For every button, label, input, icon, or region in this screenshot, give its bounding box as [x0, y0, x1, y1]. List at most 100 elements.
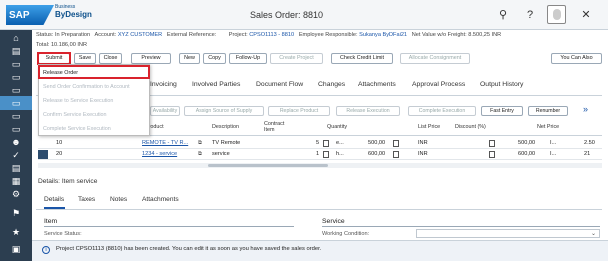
- gear-icon[interactable]: ⚙: [9, 189, 23, 200]
- col-description[interactable]: Description: [212, 124, 239, 130]
- doc-icon[interactable]: ▭: [9, 85, 23, 96]
- tab-details[interactable]: Details: [44, 196, 64, 203]
- close-icon[interactable]: ✕: [578, 7, 594, 23]
- calculator-icon[interactable]: [323, 151, 329, 158]
- quantity-cell[interactable]: 1: [316, 149, 319, 159]
- people-icon[interactable]: ☻: [9, 137, 23, 148]
- open-icon[interactable]: ⧉: [198, 138, 202, 148]
- follow-up-button[interactable]: Follow-Up: [229, 53, 267, 64]
- doc-icon[interactable]: ▭: [9, 59, 23, 70]
- currency-cell[interactable]: INR: [418, 138, 428, 148]
- doc-icon[interactable]: ▭: [9, 124, 23, 135]
- replace-product-button[interactable]: Replace Product: [268, 106, 330, 116]
- menu-item-send-confirmation[interactable]: Send Order Confirmation to Account: [43, 84, 130, 90]
- check-credit-limit-button[interactable]: Check Credit Limit: [331, 53, 393, 64]
- tab-changes[interactable]: Changes: [318, 81, 345, 88]
- renumber-button[interactable]: Renumber: [528, 106, 568, 116]
- menu-item-release-service[interactable]: Release to Service Execution: [43, 98, 113, 104]
- calendar-icon[interactable]: ▦: [9, 176, 23, 187]
- ok-icon[interactable]: ✓: [9, 150, 23, 161]
- project-link[interactable]: CPSO1113 - 8810: [249, 32, 294, 38]
- copy-button[interactable]: Copy: [203, 53, 226, 64]
- close-button[interactable]: Close: [99, 53, 122, 64]
- quantity-unit[interactable]: e...: [336, 138, 344, 148]
- tab-document-flow[interactable]: Document Flow: [256, 81, 303, 88]
- service-status-label: Service Status:: [44, 231, 82, 237]
- tab-attachments[interactable]: Attachments: [358, 81, 396, 88]
- amount-cell[interactable]: 500,00: [368, 138, 385, 148]
- net-value-label: Net Value w/o Freight:: [411, 32, 467, 38]
- menu-item-complete-service[interactable]: Complete Service Execution: [43, 126, 111, 132]
- availability-button[interactable]: Availability: [150, 106, 180, 116]
- net-price-cell: 2.50: [584, 140, 595, 146]
- star-icon[interactable]: ★: [9, 227, 23, 238]
- table-row[interactable]: 10 REMOTE - TV R... ⧉ TV Remote 5 e... 5…: [38, 138, 602, 149]
- brand-text: SAP: [9, 9, 30, 21]
- scrollbar-thumb[interactable]: [208, 164, 328, 167]
- quantity-unit[interactable]: h...: [336, 149, 344, 159]
- release-execution-button[interactable]: Release Execution: [336, 106, 400, 116]
- sidebar: ⌂ ▤ ▭ ▭ ▭ ▭ ▭ ▭ ☻ ✓ ▤ ▦ ⚙ ⚑ ★ ▣: [0, 30, 32, 261]
- help-icon[interactable]: ?: [522, 7, 538, 23]
- complete-execution-button[interactable]: Complete Execution: [408, 106, 476, 116]
- currency-cell[interactable]: INR: [418, 149, 428, 159]
- inbox-icon[interactable]: ▤: [9, 46, 23, 57]
- save-button[interactable]: Save: [74, 53, 96, 64]
- list-price-cell: 600,00: [518, 151, 536, 157]
- product-link[interactable]: REMOTE - TV R...: [142, 138, 188, 148]
- tab-attachments[interactable]: Attachments: [142, 196, 179, 203]
- quantity-cell[interactable]: 5: [316, 138, 319, 148]
- product-name: Business ByDesign: [55, 5, 92, 20]
- col-quantity[interactable]: Quantity: [327, 124, 347, 130]
- avatar[interactable]: [547, 5, 566, 24]
- calculator-icon[interactable]: [489, 151, 495, 158]
- open-icon[interactable]: ⧉: [198, 149, 202, 159]
- col-list-price[interactable]: List Price: [418, 124, 440, 130]
- briefcase-icon[interactable]: ▣: [9, 244, 23, 255]
- col-net-price[interactable]: Net Price: [537, 124, 559, 130]
- new-button[interactable]: New: [179, 53, 200, 64]
- tab-approval-process[interactable]: Approval Process: [412, 81, 465, 88]
- description-cell[interactable]: TV Remote: [212, 138, 240, 148]
- doc-icon[interactable]: ▭: [9, 111, 23, 122]
- sap-logo: SAP: [6, 5, 54, 25]
- calculator-icon[interactable]: [489, 140, 495, 147]
- net-value: 8.500,25 INR: [468, 32, 502, 38]
- allocate-consignment-button[interactable]: Allocate Consignment: [400, 53, 470, 64]
- table-scrollbar[interactable]: [38, 163, 602, 168]
- chart-icon[interactable]: ▤: [9, 163, 23, 174]
- col-contract-item[interactable]: Contract Item: [264, 121, 296, 133]
- tab-output-history[interactable]: Output History: [480, 81, 523, 88]
- calculator-icon[interactable]: [393, 151, 399, 158]
- working-condition-select[interactable]: ⌄: [416, 229, 600, 238]
- tab-invoicing[interactable]: Invoicing: [150, 81, 177, 88]
- col-discount[interactable]: Discount (%): [455, 124, 486, 130]
- description-cell[interactable]: service: [212, 149, 230, 159]
- fast-entry-button[interactable]: Fast Entry: [481, 106, 523, 116]
- more-columns-icon[interactable]: »: [583, 104, 588, 114]
- total-value: 10.186,00 INR: [50, 42, 88, 48]
- calculator-icon[interactable]: [323, 140, 329, 147]
- calculator-icon[interactable]: [393, 140, 399, 147]
- assign-source-button[interactable]: Assign Source of Supply: [184, 106, 264, 116]
- table-row[interactable]: 20 1234 - service ⧉ service 1 h... 600,0…: [38, 149, 602, 160]
- details-divider: [36, 209, 602, 210]
- home-icon[interactable]: ⌂: [9, 33, 23, 44]
- menu-item-confirm-service[interactable]: Confirm Service Execution: [43, 112, 107, 118]
- net-price-cell: 21: [584, 151, 591, 157]
- tab-taxes[interactable]: Taxes: [78, 196, 95, 203]
- search-icon[interactable]: ⚲: [495, 7, 511, 23]
- preview-button[interactable]: Preview: [131, 53, 171, 64]
- tab-involved-parties[interactable]: Involved Parties: [192, 81, 240, 88]
- you-can-also-button[interactable]: You Can Also: [551, 53, 602, 64]
- tab-notes[interactable]: Notes: [110, 196, 127, 203]
- product-link[interactable]: 1234 - service: [142, 149, 177, 159]
- employee-link[interactable]: Sukanya ByDFai21: [359, 32, 407, 38]
- create-project-button[interactable]: Create Project: [270, 53, 323, 64]
- section-line: [322, 226, 600, 227]
- amount-cell[interactable]: 600,00: [368, 149, 385, 159]
- account-link[interactable]: XYZ CUSTOMER: [118, 32, 162, 38]
- flag-icon[interactable]: ⚑: [9, 208, 23, 219]
- doc-icon[interactable]: ▭: [9, 72, 23, 83]
- doc-icon[interactable]: ▭: [9, 98, 23, 109]
